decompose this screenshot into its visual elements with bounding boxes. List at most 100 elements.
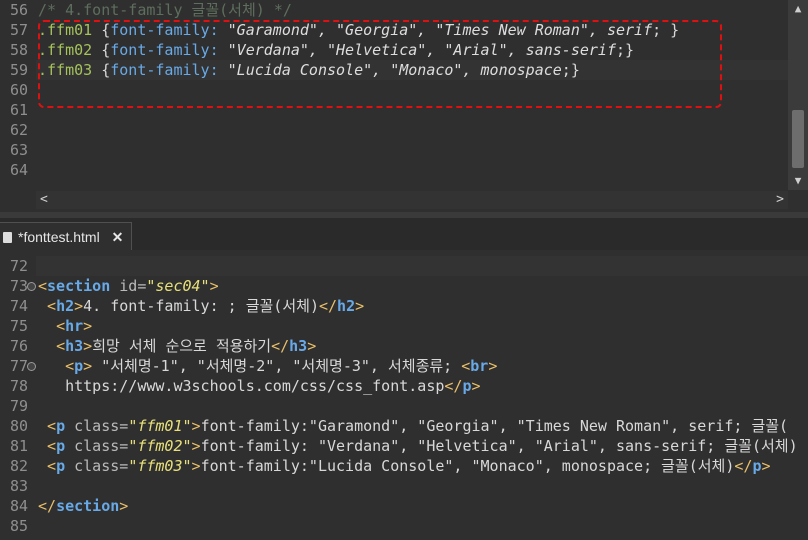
code-token: font-family:	[110, 41, 219, 59]
code-token: section	[47, 277, 111, 295]
code-token: >	[488, 357, 498, 375]
horizontal-scrollbar[interactable]: < >	[36, 191, 788, 209]
line-number: 62	[9, 121, 28, 139]
code-token: "Garamond", "Georgia", "Times New Roman"…	[218, 21, 653, 39]
line-number: 64	[9, 161, 28, 179]
code-line[interactable]: .ffm03 {font-family: "Lucida Console", "…	[36, 60, 788, 80]
code-token: "ffm02"	[128, 437, 192, 455]
code-token: >	[355, 297, 365, 315]
code-line[interactable]	[36, 396, 808, 416]
code-token: section	[56, 497, 120, 515]
code-line[interactable]: <hr>	[36, 316, 808, 336]
code-token: ;}	[561, 61, 580, 79]
line-number: 75	[9, 317, 28, 335]
code-token: "ffm03"	[128, 457, 192, 475]
code-token: h3	[65, 337, 84, 355]
code-token: font-family: "Verdana", "Helvetica", "Ar…	[200, 437, 798, 455]
code-token: >	[83, 317, 93, 335]
code-token: >	[191, 457, 201, 475]
code-token: hr	[65, 317, 84, 335]
line-number-gutter: 56 57 58 59 60 61 62 63 64	[0, 0, 36, 212]
code-line[interactable]	[36, 120, 788, 140]
scroll-left-arrow-icon[interactable]: <	[40, 191, 48, 209]
code-line[interactable]: <p> "서체명-1", "서체명-2", "서체명-3", 서체종류; <br…	[36, 356, 808, 376]
code-line[interactable]: <h3>희망 서체 순으로 적용하기</h3>	[36, 336, 808, 356]
html-editor-pane[interactable]: 72 73 74 75 76 77 78 79 80 81 82 83 84 85 <section id…	[0, 250, 808, 540]
code-token: "Verdana", "Helvetica", "Arial", sans-se…	[218, 41, 616, 59]
code-token: </	[444, 377, 463, 395]
vertical-scrollbar[interactable]: ▲ ▼	[788, 0, 808, 190]
code-token: >	[191, 437, 201, 455]
code-token: font-family:"Lucida Console", "Monaco", …	[200, 457, 735, 475]
line-number-gutter: 72 73 74 75 76 77 78 79 80 81 82 83 84 85	[0, 250, 36, 540]
code-token: {	[92, 41, 111, 59]
code-token: >	[119, 497, 129, 515]
code-token: >	[307, 337, 317, 355]
line-number: 59	[9, 61, 28, 79]
line-number: 83	[9, 477, 28, 495]
code-token: >	[83, 357, 93, 375]
code-line[interactable]: </section>	[36, 496, 808, 516]
code-line[interactable]	[36, 140, 788, 160]
code-token: .ffm02	[38, 41, 93, 59]
line-number: 85	[9, 517, 28, 535]
code-token: <	[461, 357, 471, 375]
code-token: .ffm03	[38, 61, 93, 79]
code-line[interactable]: .ffm01 {font-family: "Garamond", "Georgi…	[36, 20, 788, 40]
code-token: p	[56, 437, 66, 455]
code-token: https://www.w3schools.com/css/css_font.a…	[38, 377, 445, 395]
code-line[interactable]	[36, 100, 788, 120]
code-token: <	[56, 337, 66, 355]
code-line[interactable]	[36, 160, 788, 180]
line-number: 74	[9, 297, 28, 315]
code-token: <	[47, 457, 57, 475]
code-token: >	[191, 417, 201, 435]
code-line[interactable]: < p class="ffm03">font-family:"Lucida Con…	[36, 456, 808, 476]
code-token: h2	[56, 297, 75, 315]
scrollbar-thumb[interactable]	[792, 110, 804, 168]
code-line[interactable]: https://www.w3schools.com/css/css_font.a…	[36, 376, 808, 396]
line-number: 78	[9, 377, 28, 395]
html-file-icon	[3, 232, 12, 243]
code-token: p	[74, 357, 84, 375]
code-token: >	[83, 337, 93, 355]
code-line[interactable]	[36, 476, 808, 496]
code-token: "서체명-1", "서체명-2", "서체명-3", 서체종류;	[92, 357, 462, 375]
code-line[interactable]: .ffm02 {font-family: "Verdana", "Helveti…	[36, 40, 788, 60]
css-editor-pane[interactable]: 56 57 58 59 60 61 62 63 64 /* 4.font-family 글꼴(서…	[0, 0, 808, 212]
code-area[interactable]: /* 4.font-family 글꼴(서체) */.ffm01 {font-f…	[36, 0, 788, 192]
code-token: class=	[65, 457, 129, 475]
line-number: 72	[9, 257, 28, 275]
code-token: {	[92, 21, 111, 39]
scroll-right-arrow-icon[interactable]: >	[776, 191, 784, 209]
code-line[interactable]: <section id="sec04">	[36, 276, 808, 296]
close-tab-icon[interactable]: ✕	[112, 229, 124, 245]
line-number: 79	[9, 397, 28, 415]
code-token: "sec04"	[146, 277, 210, 295]
scroll-up-arrow-icon[interactable]: ▲	[788, 0, 808, 18]
line-number: 73	[0, 276, 36, 296]
code-line[interactable]: /* 4.font-family 글꼴(서체) */	[36, 0, 788, 20]
code-token: 4. font-family: ; 글꼴(서체)	[83, 297, 319, 315]
code-token: <	[38, 277, 48, 295]
code-line[interactable]: <h2>4. font-family: ; 글꼴(서체)</h2>	[36, 296, 808, 316]
code-token: p	[752, 457, 762, 475]
tab-fonttest-html[interactable]: *fonttest.html ✕	[0, 222, 133, 251]
code-token: 희망 서체 순으로 적용하기	[92, 337, 272, 355]
code-line[interactable]	[36, 80, 788, 100]
code-token: ;}	[615, 41, 635, 59]
code-line[interactable]: <p class="ffm01">font-family:"Garamond",…	[36, 416, 808, 436]
code-line[interactable]	[36, 256, 808, 276]
code-line[interactable]	[36, 516, 808, 536]
code-line[interactable]: <p class="ffm02">font-family: "Verdana",…	[36, 436, 808, 456]
code-token: <	[56, 317, 66, 335]
code-token: class=	[65, 437, 129, 455]
code-area[interactable]: <section id="sec04"> < h2 >4. font-family:…	[36, 256, 808, 540]
line-number: 61	[9, 101, 28, 119]
code-token: <	[47, 437, 57, 455]
scroll-down-arrow-icon[interactable]: ▼	[788, 172, 808, 190]
code-token: </	[38, 497, 57, 515]
